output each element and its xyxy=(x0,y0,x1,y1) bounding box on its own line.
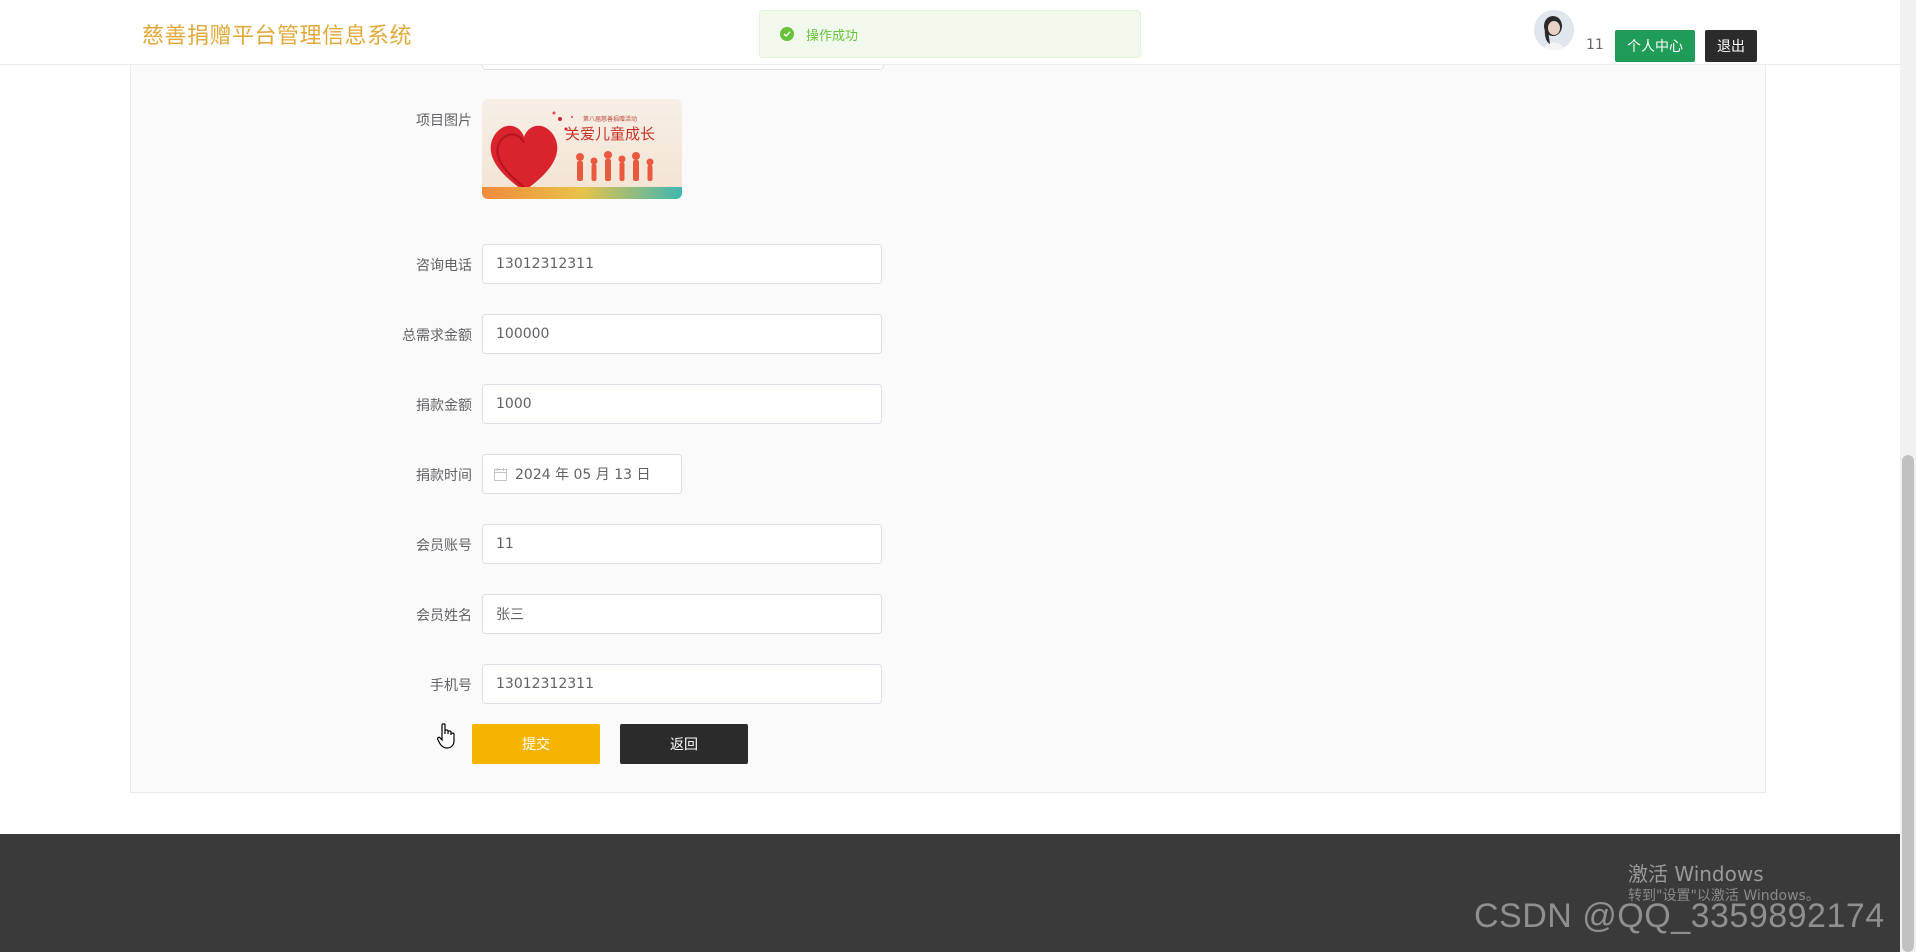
image-caption: 关爱儿童成长 xyxy=(565,125,655,143)
project-image[interactable]: 第八届慈善捐赠活动 关爱儿童成长 xyxy=(482,99,682,199)
username: 11 xyxy=(1586,37,1604,53)
toast-message: 操作成功 xyxy=(806,28,859,44)
member-name-label: 会员姓名 xyxy=(416,608,472,624)
mobile-input[interactable]: 13012312311 xyxy=(482,664,882,704)
site-title[interactable]: 慈善捐赠平台管理信息系统 xyxy=(142,18,412,50)
project-image-label: 项目图片 xyxy=(416,113,472,129)
main-form-card: 项目图片 第八届慈善捐赠活动 关爱儿童成长 咨询电话 13012312311 总… xyxy=(130,0,1766,793)
success-check-icon xyxy=(780,27,794,41)
success-toast: 操作成功 xyxy=(759,10,1141,58)
logout-button[interactable]: 退出 xyxy=(1705,30,1757,62)
member-account-label: 会员账号 xyxy=(416,538,472,554)
calendar-icon xyxy=(494,467,507,481)
phone-input[interactable]: 13012312311 xyxy=(482,244,882,284)
project-image-graphic: 第八届慈善捐赠活动 关爱儿童成长 xyxy=(482,99,682,199)
back-button[interactable]: 返回 xyxy=(620,724,748,764)
profile-button[interactable]: 个人中心 xyxy=(1615,30,1695,62)
csdn-watermark: CSDN @QQ_3359892174 xyxy=(1474,897,1885,935)
phone-label: 咨询电话 xyxy=(416,258,472,274)
total-amount-input[interactable]: 100000 xyxy=(482,314,882,354)
scrollbar-thumb[interactable] xyxy=(1902,455,1914,952)
user-avatar[interactable] xyxy=(1534,10,1574,50)
total-amount-label: 总需求金额 xyxy=(402,328,472,344)
mobile-label: 手机号 xyxy=(430,678,472,694)
donation-date-label: 捐款时间 xyxy=(416,468,472,484)
image-small-text: 第八届慈善捐赠活动 xyxy=(583,115,637,123)
vertical-scrollbar[interactable] xyxy=(1900,0,1916,952)
donation-amount-input[interactable]: 1000 xyxy=(482,384,882,424)
submit-button[interactable]: 提交 xyxy=(472,724,600,764)
donation-amount-label: 捐款金额 xyxy=(416,398,472,414)
donation-date-picker[interactable]: 2024 年 05 月 13 日 xyxy=(482,454,682,494)
windows-activation-title: 激活 Windows xyxy=(1628,862,1764,886)
donation-date-value: 2024 年 05 月 13 日 xyxy=(515,467,651,483)
member-name-input[interactable]: 张三 xyxy=(482,594,882,634)
hand-cursor-icon xyxy=(437,723,455,753)
member-account-input[interactable]: 11 xyxy=(482,524,882,564)
